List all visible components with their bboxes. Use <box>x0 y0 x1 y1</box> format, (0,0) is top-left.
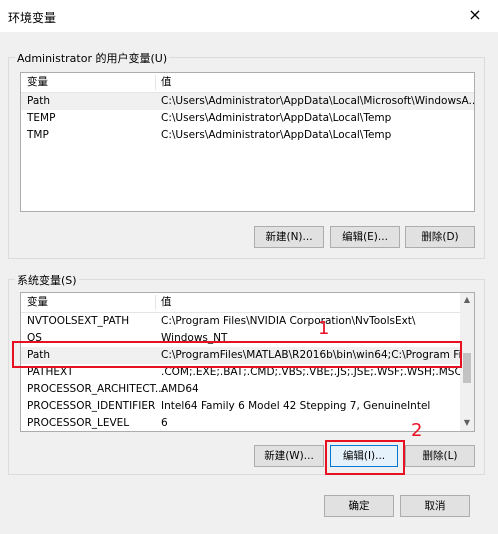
var-value: Intel64 Family 6 Model 42 Stepping 7, Ge… <box>161 400 431 412</box>
var-name: PROCESSOR_IDENTIFIER <box>27 400 156 412</box>
var-name: Path <box>27 95 51 107</box>
ok-button[interactable]: 确定 <box>324 495 394 517</box>
system-vars-label: 系统变量(S) <box>15 272 79 288</box>
user-vars-label: Administrator 的用户变量(U) <box>15 50 170 66</box>
system-delete-button[interactable]: 删除(L) <box>405 445 475 467</box>
system-var-row[interactable]: PROCESSOR_IDENTIFIER Intel64 Family 6 Mo… <box>21 398 460 415</box>
user-var-row-temp[interactable]: TEMP C:\Users\Administrator\AppData\Loca… <box>21 110 474 127</box>
annotation-number-2: 2 <box>411 420 423 441</box>
column-divider[interactable] <box>155 295 156 310</box>
highlight-path-row <box>12 341 462 368</box>
system-var-row[interactable]: PROCESSOR_ARCHITECT... AMD64 <box>21 381 460 398</box>
var-name: TEMP <box>27 112 56 124</box>
var-name: TMP <box>27 129 49 141</box>
system-var-row[interactable]: NVTOOLSEXT_PATH C:\Program Files\NVIDIA … <box>21 313 460 330</box>
user-var-row-path[interactable]: Path C:\Users\Administrator\AppData\Loca… <box>21 93 474 110</box>
column-header-name[interactable]: 变量 <box>27 293 48 312</box>
var-value: C:\Program Files\NVIDIA Corporation\NvTo… <box>161 315 416 327</box>
column-header-name[interactable]: 变量 <box>27 73 48 92</box>
close-icon[interactable]: × <box>461 4 489 26</box>
user-delete-button[interactable]: 删除(D) <box>405 226 475 248</box>
user-new-button[interactable]: 新建(N)... <box>254 226 324 248</box>
system-new-button[interactable]: 新建(W)... <box>254 445 324 467</box>
var-name: PROCESSOR_LEVEL <box>27 417 130 429</box>
column-header-value[interactable]: 值 <box>161 293 172 312</box>
scroll-up-icon[interactable]: ▲ <box>463 296 471 304</box>
user-edit-button[interactable]: 编辑(E)... <box>330 226 400 248</box>
scroll-thumb[interactable] <box>463 353 471 383</box>
var-value: 6 <box>161 417 168 429</box>
var-value: C:\Users\Administrator\AppData\Local\Tem… <box>161 112 392 124</box>
var-name: PROCESSOR_ARCHITECT... <box>27 383 165 395</box>
user-vars-list[interactable]: 变量 值 Path C:\Users\Administrator\AppData… <box>20 72 475 212</box>
annotation-number-1: 1 <box>318 318 330 339</box>
system-var-row[interactable]: PROCESSOR_LEVEL 6 <box>21 415 460 431</box>
background-window-strip <box>487 32 498 534</box>
title-bar <box>0 0 498 32</box>
scroll-down-icon[interactable]: ▼ <box>463 419 471 427</box>
window-title: 环境变量 <box>8 11 57 25</box>
vertical-scrollbar[interactable]: ▲ ▼ <box>460 293 474 431</box>
var-value: AMD64 <box>161 383 199 395</box>
user-vars-header: 变量 值 <box>21 73 474 93</box>
var-name: NVTOOLSEXT_PATH <box>27 315 130 327</box>
var-value: C:\Users\Administrator\AppData\Local\Mic… <box>161 95 475 107</box>
user-var-row-tmp[interactable]: TMP C:\Users\Administrator\AppData\Local… <box>21 127 474 144</box>
cancel-button[interactable]: 取消 <box>400 495 470 517</box>
highlight-edit-button <box>325 440 405 475</box>
var-value: C:\Users\Administrator\AppData\Local\Tem… <box>161 129 392 141</box>
column-divider[interactable] <box>155 75 156 90</box>
system-vars-header: 变量 值 <box>21 293 460 313</box>
column-header-value[interactable]: 值 <box>161 73 172 92</box>
